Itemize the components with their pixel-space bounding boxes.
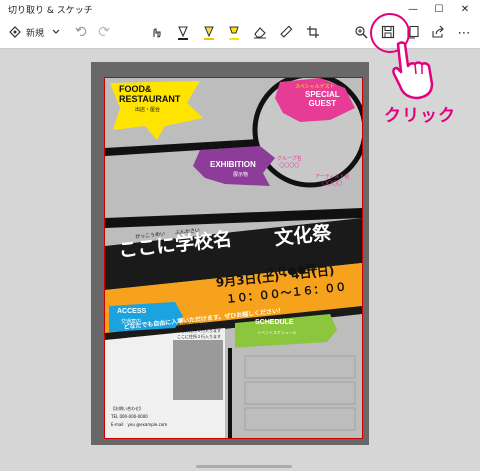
maximize-button[interactable]: ☐ <box>426 2 452 18</box>
exhibition-title: EXHIBITION <box>210 160 256 169</box>
title-bar: 切り取り & スケッチ — ☐ ✕ <box>0 0 480 20</box>
group-name: グループ名 〇〇〇〇 <box>277 156 302 169</box>
zoom-icon[interactable] <box>353 25 369 43</box>
ruler-icon[interactable] <box>278 25 294 43</box>
special-guest-title: SPECIAL GUEST <box>305 90 340 108</box>
close-button[interactable]: ✕ <box>452 2 478 18</box>
more-options-icon[interactable]: ⋯ <box>455 25 473 43</box>
crop-icon[interactable] <box>305 25 321 43</box>
inquiry-email: E-mail you @example.com <box>111 422 168 427</box>
inquiry-tel: TEL 000-000-0000 <box>111 414 148 419</box>
highlighter-icon[interactable] <box>226 25 242 43</box>
minimize-button[interactable]: — <box>400 2 426 18</box>
eraser-icon[interactable] <box>252 25 268 43</box>
poster-image: FOOD& RESTAURANT 出店・屋台 スペシャルゲスト SPECIAL … <box>104 77 363 439</box>
access-subtitle: 交通案内 <box>121 319 142 325</box>
new-snip-icon[interactable] <box>8 25 22 43</box>
click-annotation-label: クリック <box>384 106 456 125</box>
chevron-down-icon[interactable] <box>50 25 62 43</box>
food-title: FOOD& RESTAURANT <box>119 84 181 104</box>
special-guest-small: スペシャルゲスト <box>295 84 335 90</box>
schedule-subtitle: イベントスケジュール <box>257 330 297 335</box>
ballpoint-pen-icon[interactable] <box>175 25 191 43</box>
undo-icon[interactable] <box>74 25 88 43</box>
artist-name: アーティスト名 〇〇〇〇 <box>315 174 350 187</box>
inquiry-label: 【お問い合わせ】 <box>111 406 143 411</box>
access-title: ACCESS <box>117 308 147 315</box>
window-title: 切り取り & スケッチ <box>8 6 93 16</box>
redo-icon[interactable] <box>97 25 111 43</box>
schedule-title: SCHEDULE <box>255 319 294 326</box>
horizontal-scrollbar[interactable] <box>196 465 292 468</box>
pencil-icon[interactable] <box>201 25 217 43</box>
exhibition-subtitle: 展示物 <box>233 172 249 178</box>
pointing-hand-icon <box>392 41 434 100</box>
new-button[interactable]: 新規 <box>25 25 45 43</box>
access-address: 〒000-0000 ここに住所１行入ります ここに住所２行入ります <box>177 322 221 339</box>
food-subtitle: 出店・屋台 <box>135 107 161 113</box>
touch-writing-icon[interactable] <box>149 25 165 43</box>
